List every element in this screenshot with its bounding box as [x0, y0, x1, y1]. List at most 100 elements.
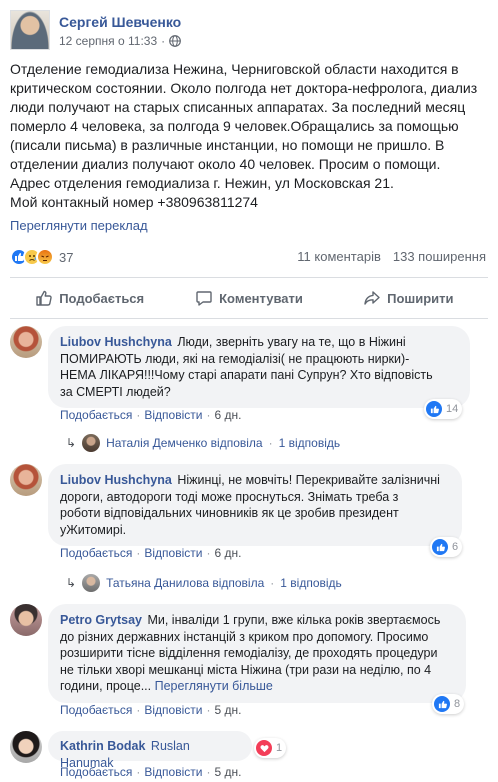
- comment-text: роботи відповідальних чиновників як це з…: [60, 506, 399, 520]
- share-button[interactable]: Поширити: [329, 282, 488, 314]
- share-icon: [364, 291, 380, 305]
- separator-dot: ·: [161, 34, 166, 48]
- post-text-line: Отделение гемодиализа Нежина, Черниговск…: [10, 61, 459, 77]
- comment-like-link[interactable]: Подобається: [60, 703, 132, 717]
- comment-reactions[interactable]: 14: [424, 399, 463, 419]
- divider: [10, 277, 488, 278]
- comment-like-link[interactable]: Подобається: [60, 546, 132, 560]
- separator-dot: ·: [270, 576, 275, 590]
- post-text-line: Мой контакный номер +380963811274: [10, 194, 258, 210]
- comment-text: ПОМИРАЮТЬ люди, які на гемодіалізі( не п…: [60, 351, 410, 366]
- reply-count: 1 відповідь: [278, 436, 341, 450]
- comment-actions: Подобається · Відповісти · 6 дн.: [60, 546, 241, 560]
- comment-actions: Подобається · Відповісти · 6 дн.: [60, 408, 241, 422]
- see-more-link[interactable]: Переглянути більше: [155, 679, 273, 693]
- separator-dot: ·: [136, 408, 141, 422]
- comment-reaction-count: 1: [276, 742, 283, 754]
- comment-age[interactable]: 5 дн.: [214, 703, 241, 717]
- comment-text: Ми, інваліди 1 групи, вже кілька років з…: [147, 613, 441, 627]
- comment-author[interactable]: Liubov Hushchyna: [60, 335, 172, 349]
- comment-text: за СМЕРТІ людей?: [60, 384, 171, 399]
- comment-text: години, проце...: [60, 679, 152, 693]
- comment-avatar[interactable]: [10, 731, 42, 763]
- like-button[interactable]: Подобається: [10, 282, 169, 314]
- comment-reply-link[interactable]: Відповісти: [144, 765, 202, 779]
- angry-reaction-icon: [36, 248, 54, 266]
- comment-like-link[interactable]: Подобається: [60, 765, 132, 779]
- comment-reactions[interactable]: 6: [430, 537, 463, 557]
- comment-actions: Подобається · Відповісти · 5 дн.: [60, 703, 241, 717]
- reply-arrow-icon: ↳: [66, 576, 77, 590]
- shares-count-link[interactable]: 133 поширення: [393, 249, 486, 264]
- love-reaction-icon: [256, 740, 272, 756]
- like-reaction-icon: [432, 539, 448, 555]
- separator-dot: ·: [136, 765, 141, 779]
- separator-dot: ·: [206, 765, 211, 779]
- comment-reaction-count: 14: [446, 403, 459, 415]
- post-text-line: Адрес отделения гемодиализа г. Нежин, ул…: [10, 175, 394, 191]
- comment-bubble: Liubov Hushchyna Люди, зверніть увагу на…: [48, 326, 470, 408]
- comment-reaction-count: 6: [452, 541, 459, 553]
- post-text-line: (писали письма) в различные инстанции, н…: [10, 137, 445, 153]
- comment-bubble: Petro Grytsay Ми, інваліди 1 групи, вже …: [48, 604, 466, 703]
- author-avatar[interactable]: [10, 10, 50, 50]
- comment-actions: Подобається · Відповісти · 5 дн.: [60, 765, 241, 779]
- post-meta: 12 серпня о 11:33 ·: [59, 34, 182, 48]
- comment-like-link[interactable]: Подобається: [60, 408, 132, 422]
- separator-dot: ·: [206, 703, 211, 717]
- comment-button-label: Коментувати: [219, 290, 303, 306]
- comment-reply-link[interactable]: Відповісти: [144, 546, 202, 560]
- comment-age[interactable]: 6 дн.: [214, 408, 241, 422]
- comment-reactions[interactable]: 8: [432, 694, 465, 714]
- share-button-label: Поширити: [387, 290, 454, 306]
- post-date[interactable]: 12 серпня о 11:33: [59, 34, 157, 48]
- comment-age[interactable]: 5 дн.: [214, 765, 241, 779]
- reply-author: Наталія Демченко відповіла: [106, 436, 263, 450]
- reply-avatar: [82, 574, 101, 592]
- author-name[interactable]: Сергей Шевченко: [59, 14, 181, 30]
- comment-reactions[interactable]: 1: [254, 738, 287, 758]
- reply-count: 1 відповідь: [280, 576, 342, 590]
- view-replies-link[interactable]: ↳ Татьяна Данилова відповіла · 1 відпові…: [66, 574, 342, 592]
- comment-bubble: Liubov Hushchyna Ніжинці, не мовчіть! Пе…: [48, 464, 462, 546]
- comment-text: НЕМА ЛІКАРЯ!!!Чому старі апарати пані Су…: [60, 368, 433, 382]
- comments-count-link[interactable]: 11 коментарів: [297, 249, 381, 264]
- separator-dot: ·: [206, 546, 211, 560]
- comment-author[interactable]: Kathrin Bodak: [60, 739, 145, 753]
- comment-author[interactable]: Petro Grytsay: [60, 613, 142, 627]
- like-reaction-icon: [426, 401, 442, 417]
- separator-dot: ·: [136, 546, 141, 560]
- comment-text: до різних державних інстанцій з криком п…: [60, 629, 429, 644]
- reply-avatar: [82, 434, 101, 452]
- comment-button[interactable]: Коментувати: [169, 282, 328, 314]
- comment-text: розширити тісне відділення гемодіалізу, …: [60, 646, 438, 660]
- thumbs-up-icon: [36, 290, 52, 306]
- separator-dot: ·: [268, 436, 273, 450]
- comment-age[interactable]: 6 дн.: [214, 546, 241, 560]
- view-replies-link[interactable]: ↳ Наталія Демченко відповіла · 1 відпові…: [66, 434, 340, 452]
- post-reactions[interactable]: 37: [10, 247, 73, 267]
- post-action-bar: Подобається Коментувати Поширити: [10, 282, 488, 314]
- comment-bubble: Kathrin Bodak Ruslan Hanumak: [48, 731, 252, 770]
- reply-arrow-icon: ↳: [66, 436, 77, 450]
- reaction-count: 37: [59, 249, 74, 265]
- comment-text: не тільки хворі мешканці міста Ніжина (т…: [60, 662, 432, 677]
- like-button-label: Подобається: [59, 290, 145, 306]
- comment-text: дороги, автодороги тоді може проснуться.…: [60, 489, 399, 504]
- comment-text: уЖитомирі.: [60, 522, 127, 537]
- comment-text: Ніжинці, не мовчіть! Перекривайте залізн…: [177, 473, 440, 487]
- see-translation-link[interactable]: Переглянути переклад: [10, 218, 148, 233]
- comment-avatar[interactable]: [10, 326, 42, 358]
- post-text-line: померло 4 человека, за полгода 9 человек…: [10, 118, 459, 134]
- comment-reply-link[interactable]: Відповісти: [144, 703, 202, 717]
- post-text-line: отделении диализ получают около 40 челов…: [10, 156, 441, 172]
- comment-avatar[interactable]: [10, 604, 42, 636]
- separator-dot: ·: [136, 703, 141, 717]
- comment-reply-link[interactable]: Відповісти: [144, 408, 202, 422]
- comment-author[interactable]: Liubov Hushchyna: [60, 473, 172, 487]
- post-header: Сергей Шевченко 12 серпня о 11:33 ·: [10, 10, 488, 54]
- separator-dot: ·: [206, 408, 211, 422]
- comment-avatar[interactable]: [10, 464, 42, 496]
- comment-icon: [196, 291, 212, 306]
- globe-icon: [169, 35, 182, 47]
